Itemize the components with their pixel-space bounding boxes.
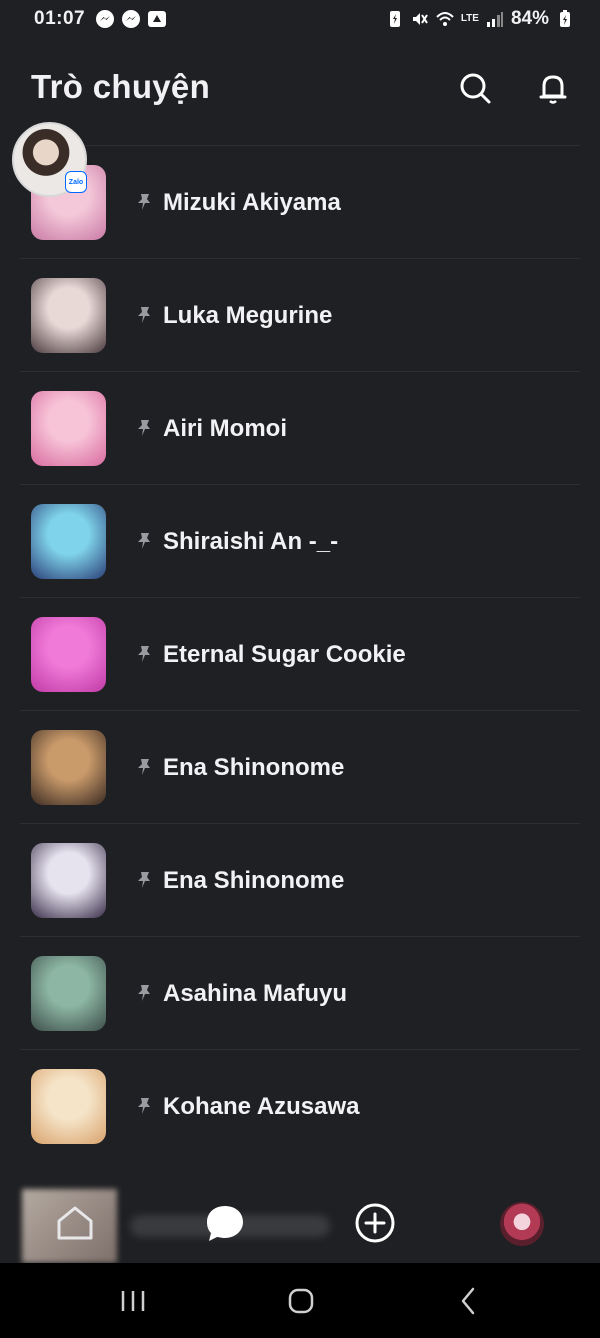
chat-avatar[interactable] xyxy=(31,617,106,692)
system-status-icons: LTE 84% xyxy=(386,8,574,30)
system-nav-bar xyxy=(0,1263,600,1338)
chat-name: Eternal Sugar Cookie xyxy=(163,641,406,668)
pin-icon xyxy=(138,646,150,662)
chat-avatar[interactable] xyxy=(31,391,106,466)
chat-name: Luka Megurine xyxy=(163,302,333,329)
chat-name: Mizuki Akiyama xyxy=(163,189,341,216)
messenger-icon xyxy=(121,9,141,29)
chat-row[interactable]: Ena Shinonome xyxy=(20,710,580,823)
notifications-button[interactable] xyxy=(535,70,571,106)
nav-add-button[interactable] xyxy=(353,1201,397,1245)
chat-avatar[interactable] xyxy=(31,843,106,918)
nav-home-button[interactable] xyxy=(53,1201,97,1245)
chat-name: Ena Shinonome xyxy=(163,867,345,894)
back-chevron-icon xyxy=(461,1287,475,1315)
wifi-icon xyxy=(436,10,454,28)
bell-icon xyxy=(539,75,567,104)
battery-percent: 84% xyxy=(510,8,549,29)
search-button[interactable] xyxy=(457,70,493,106)
pin-icon xyxy=(138,420,150,436)
chat-row[interactable]: Luka Megurine xyxy=(20,258,580,371)
battery-charging-icon xyxy=(556,10,574,28)
system-home-icon xyxy=(288,1288,314,1314)
status-bar: 01:07 LTE 84% xyxy=(0,0,600,40)
chat-avatar[interactable] xyxy=(31,504,106,579)
chat-name: Airi Momoi xyxy=(163,415,287,442)
chat-avatar[interactable] xyxy=(31,278,106,353)
mute-icon xyxy=(411,10,429,28)
chat-row[interactable]: Mizuki Akiyama xyxy=(20,145,580,258)
messenger-icon xyxy=(95,9,115,29)
pin-icon xyxy=(138,194,150,210)
home-icon xyxy=(57,1206,93,1240)
add-icon xyxy=(355,1203,395,1243)
recent-apps-icon xyxy=(121,1291,145,1311)
nav-chat-button[interactable] xyxy=(203,1201,247,1245)
system-home-button[interactable] xyxy=(285,1285,317,1317)
chat-row[interactable]: Eternal Sugar Cookie xyxy=(20,597,580,710)
nav-profile-avatar[interactable] xyxy=(500,1202,544,1246)
notification-icons xyxy=(95,9,167,29)
recent-apps-button[interactable] xyxy=(117,1285,149,1317)
chat-row[interactable]: Ena Shinonome xyxy=(20,823,580,936)
bottom-nav xyxy=(0,1175,600,1263)
chat-name: Asahina Mafuyu xyxy=(163,980,348,1007)
chat-avatar[interactable] xyxy=(31,730,106,805)
page-title: Trò chuyện xyxy=(31,68,211,105)
chat-row[interactable]: Shiraishi An -_- xyxy=(20,484,580,597)
network-type-label: LTE xyxy=(460,13,479,24)
chat-row[interactable]: Kohane Azusawa xyxy=(20,1049,580,1162)
chat-name: Ena Shinonome xyxy=(163,754,345,781)
chat-name: Shiraishi An -_- xyxy=(163,528,339,555)
zalo-badge: Zalo xyxy=(65,171,87,193)
pin-icon xyxy=(138,872,150,888)
chat-list: Mizuki Akiyama Luka Megurine Airi Momoi Shi… xyxy=(0,145,600,1162)
system-back-button[interactable] xyxy=(453,1285,485,1317)
chat-bubble-icon xyxy=(207,1206,243,1241)
battery-saver-icon xyxy=(386,10,404,28)
pin-icon xyxy=(138,1098,150,1114)
chat-row[interactable]: Airi Momoi xyxy=(20,371,580,484)
search-icon xyxy=(460,73,491,104)
chat-avatar[interactable] xyxy=(31,1069,106,1144)
app-header: Trò chuyện xyxy=(0,60,600,130)
chat-row[interactable]: Asahina Mafuyu xyxy=(20,936,580,1049)
signal-icon xyxy=(486,10,504,28)
pin-icon xyxy=(138,533,150,549)
chat-avatar[interactable] xyxy=(31,956,106,1031)
pin-icon xyxy=(138,307,150,323)
status-time: 01:07 xyxy=(34,8,86,29)
chat-name: Kohane Azusawa xyxy=(163,1093,360,1120)
pin-icon xyxy=(138,985,150,1001)
floating-chat-bubble[interactable]: Zalo xyxy=(12,122,87,197)
app-notification-icon xyxy=(147,9,167,29)
pin-icon xyxy=(138,759,150,775)
